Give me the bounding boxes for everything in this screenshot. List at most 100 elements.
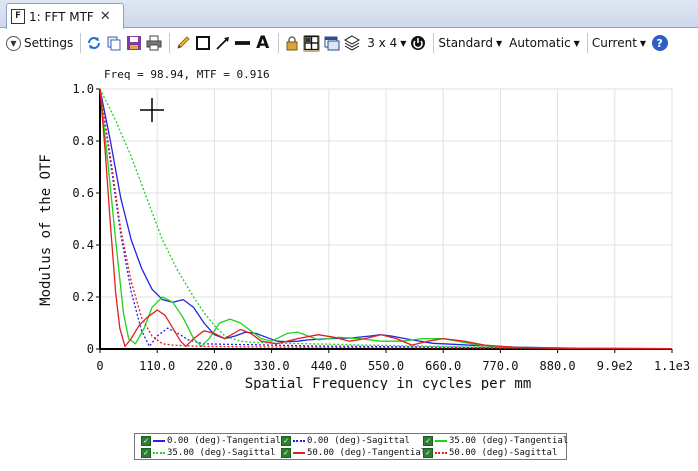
legend-swatch: [153, 452, 165, 454]
legend-item[interactable]: ✓ 0.00 (deg)-Sagittal: [281, 435, 410, 447]
legend-item[interactable]: ✓ 35.00 (deg)-Sagittal: [141, 447, 275, 459]
x-tick-label: 550.0: [368, 359, 404, 373]
tab-label: 1: FFT MTF: [29, 9, 94, 24]
document-icon: F: [11, 9, 25, 24]
toolbar-separator: [278, 33, 280, 53]
x-tick-label: 880.0: [540, 359, 576, 373]
legend-swatch: [435, 440, 447, 442]
layout-label: 3 x 4: [367, 36, 398, 50]
chart-legend: ✓ 0.00 (deg)-Tangential ✓ 0.00 (deg)-Sagitt…: [134, 433, 568, 460]
chart-grid: [99, 88, 673, 350]
dropdown-arrow-icon: ▼: [639, 38, 647, 48]
rectangle-tool-button[interactable]: [194, 35, 211, 52]
legend-swatch: [435, 452, 447, 454]
layout-button[interactable]: 3 x 4 ▼: [367, 32, 406, 54]
legend-item[interactable]: ✓ 0.00 (deg)-Tangential: [141, 435, 281, 447]
legend-label: 35.00 (deg)-Sagittal: [167, 448, 276, 458]
y-axis-label: Modulus of the OTF: [38, 154, 54, 306]
x-tick-label: 0: [96, 359, 103, 373]
copy-icon: [107, 36, 121, 51]
x-tick-label: 440.0: [311, 359, 347, 373]
dropdown-arrow-icon: ▼: [573, 38, 580, 48]
dropdown-arrow-icon: ▼: [495, 38, 503, 48]
tab-close-icon[interactable]: ✕: [100, 9, 111, 24]
toolbar-separator: [433, 33, 435, 53]
chart-labels: Freq = 98.94, MTF = 0.916 Spatial Freque…: [38, 68, 690, 390]
x-tick-label: 9.9e2: [597, 359, 633, 373]
legend-label: 50.00 (deg)-Tangential: [307, 448, 427, 458]
pencil-icon: [177, 36, 190, 49]
mtf-chart[interactable]: Freq = 98.94, MTF = 0.916 Spatial Freque…: [0, 60, 698, 390]
automatic-label: Automatic: [509, 36, 571, 50]
legend-swatch: [293, 452, 305, 454]
fft-mtf-window: F 1: FFT MTF ✕ ▼ Settings A 3 x 4 ▼ Stan…: [0, 0, 698, 471]
help-button[interactable]: ?: [651, 35, 668, 52]
toolbar-separator: [169, 33, 171, 53]
checkbox-icon[interactable]: ✓: [423, 448, 433, 458]
grid-layout-icon: [304, 35, 319, 51]
arrow-tool-button[interactable]: [214, 35, 231, 52]
checkbox-icon[interactable]: ✓: [281, 448, 291, 458]
line-tool-button[interactable]: [234, 35, 251, 52]
legend-label: 0.00 (deg)-Sagittal: [307, 436, 410, 446]
lock-button[interactable]: [283, 35, 300, 52]
y-tick-label: 1.0: [72, 82, 94, 96]
x-tick-label: 220.0: [196, 359, 232, 373]
crosshair-cursor: [140, 98, 164, 122]
legend-swatch: [293, 440, 305, 442]
pencil-tool-button[interactable]: [174, 35, 191, 52]
standard-dropdown[interactable]: Standard ▼: [438, 32, 502, 54]
chevron-down-icon: ▼: [6, 35, 21, 51]
legend-item[interactable]: ✓ 35.00 (deg)-Tangential: [423, 435, 568, 447]
layers-icon: [343, 35, 360, 51]
refresh-button[interactable]: [85, 35, 102, 52]
tab-fft-mtf[interactable]: F 1: FFT MTF ✕: [6, 3, 124, 29]
legend-item[interactable]: ✓ 50.00 (deg)-Sagittal: [423, 447, 557, 459]
print-button[interactable]: [145, 35, 162, 52]
text-tool-button[interactable]: A: [254, 33, 271, 53]
x-tick-label: 770.0: [482, 359, 518, 373]
settings-label: Settings: [24, 36, 74, 50]
help-icon: ?: [651, 35, 668, 51]
toolbar-separator: [586, 33, 588, 53]
current-label: Current: [591, 36, 637, 50]
legend-label: 0.00 (deg)-Tangential: [167, 436, 281, 446]
tab-strip: F 1: FFT MTF ✕: [0, 0, 698, 29]
x-tick-label: 1.1e3: [654, 359, 690, 373]
printer-icon: [146, 35, 162, 51]
cursor-readout: Freq = 98.94, MTF = 0.916: [104, 68, 270, 81]
text-icon: A: [256, 33, 270, 53]
toolbar-separator: [80, 33, 82, 53]
settings-button[interactable]: ▼ Settings: [6, 32, 73, 54]
checkbox-icon[interactable]: ✓: [141, 436, 151, 446]
checkbox-icon[interactable]: ✓: [141, 448, 151, 458]
automatic-dropdown[interactable]: Automatic ▼: [509, 32, 580, 54]
checkbox-icon[interactable]: ✓: [281, 436, 291, 446]
legend-item[interactable]: ✓ 50.00 (deg)-Tangential: [281, 447, 426, 459]
current-dropdown[interactable]: Current ▼: [592, 32, 646, 54]
checkbox-icon[interactable]: ✓: [423, 436, 433, 446]
y-tick-label: 0: [87, 342, 94, 356]
x-axis-label: Spatial Frequency in cycles per mm: [245, 376, 532, 390]
window-icon: [324, 36, 340, 51]
window-button[interactable]: [323, 35, 340, 52]
copy-button[interactable]: [105, 35, 122, 52]
y-tick-label: 0.2: [72, 290, 94, 304]
y-tick-label: 0.4: [72, 238, 94, 252]
lock-icon: [286, 36, 298, 51]
save-button[interactable]: [125, 35, 142, 52]
chart-axes: [96, 88, 673, 353]
x-tick-label: 110.0: [139, 359, 175, 373]
dropdown-arrow-icon: ▼: [400, 38, 407, 48]
refresh-icon: [87, 37, 100, 49]
save-icon: [126, 36, 141, 50]
y-tick-label: 0.6: [72, 186, 94, 200]
power-button[interactable]: [409, 35, 426, 52]
x-tick-label: 330.0: [254, 359, 290, 373]
y-tick-label: 0.8: [72, 134, 94, 148]
cursor-readout-toggle[interactable]: [303, 34, 321, 52]
layers-button[interactable]: [343, 35, 360, 52]
x-tick-label: 660.0: [425, 359, 461, 373]
line-icon: [235, 41, 251, 45]
legend-label: 50.00 (deg)-Sagittal: [449, 448, 558, 458]
